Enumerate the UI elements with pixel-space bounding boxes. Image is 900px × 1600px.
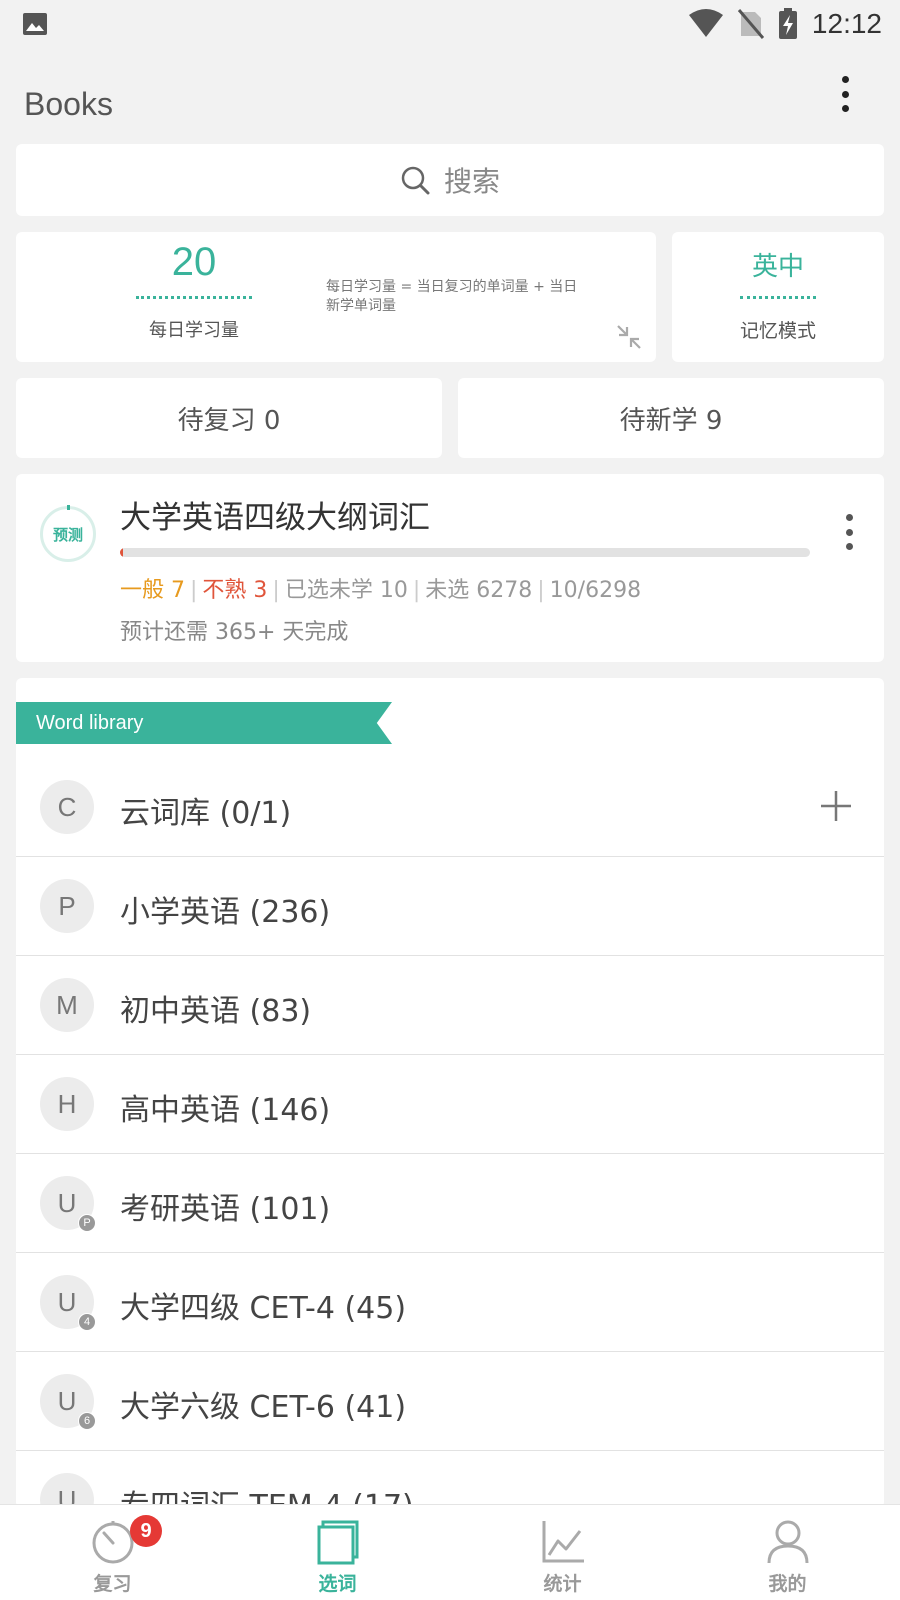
page-title: Books [24,86,113,122]
tab-profile[interactable]: 我的 [675,1505,900,1600]
person-icon [767,1520,808,1564]
library-sub-badge: 6 [78,1412,96,1430]
predict-badge[interactable]: 预测 [40,505,96,562]
tab-statistics-label: 统计 [543,1573,582,1595]
library-item-label: 云词库 (0/1) [120,796,292,831]
book-more-vert-icon[interactable] [844,514,854,550]
library-avatar: P [40,879,94,933]
memory-mode-card[interactable]: 英中 记忆模式 [672,232,884,362]
library-item[interactable]: M 初中英语 (83) [16,956,884,1055]
stat-selected-unlearned: 已选未学 10 [284,578,408,603]
timer-icon [92,1521,133,1564]
search-icon [401,166,430,195]
library-item-label: 小学英语 (236) [120,895,331,930]
word-library-list: C 云词库 (0/1) P 小学英语 (236) M 初中英语 (83) H 高… [16,758,884,1508]
tab-statistics[interactable]: 统计 [450,1505,675,1600]
library-avatar: H [40,1077,94,1131]
wifi-icon [688,9,723,37]
search-bar[interactable]: 搜索 [16,144,884,216]
book-title: 大学英语四级大纲词汇 [120,500,430,536]
book-progress-fill [120,548,123,557]
library-item[interactable]: UP 考研英语 (101) [16,1154,884,1253]
memory-mode-underline [740,296,816,299]
library-item-label: 大学四级 CET-4 (45) [120,1291,407,1326]
daily-amount-label: 每日学习量 [149,320,239,341]
daily-amount-underline [136,296,252,299]
tab-review[interactable]: 9 复习 [0,1505,225,1600]
library-avatar: M [40,978,94,1032]
library-item-label: 考研英语 (101) [120,1192,331,1227]
daily-amount-value[interactable]: 20 [136,240,252,285]
stat-count: 10/6298 [549,578,642,603]
library-avatar: UP [40,1176,96,1232]
library-avatar: U [40,1473,94,1508]
bottom-nav: 9 复习 选词 统计 我的 [0,1504,900,1600]
collapse-icon[interactable] [616,324,642,350]
library-avatar: C [40,780,94,834]
book-stats: 一般 7 | 不熟 3 | 已选未学 10 | 未选 6278 | 10/6298 [120,578,642,603]
current-book-card[interactable]: 预测 大学英语四级大纲词汇 一般 7 | 不熟 3 | 已选未学 10 | 未选 6278 |… [16,474,884,662]
library-avatar: U4 [40,1275,96,1331]
pending-new-button[interactable]: 待新学 9 [458,378,884,458]
tab-review-label: 复习 [93,1573,132,1595]
daily-amount-card[interactable]: 20 每日学习量 每日学习量 = 当日复习的单词量 + 当日新学单词量 [16,232,656,362]
memory-mode-label: 记忆模式 [739,320,816,342]
more-vert-icon[interactable] [830,74,860,114]
library-item[interactable]: H 高中英语 (146) [16,1055,884,1154]
status-bar: 12:12 [0,0,900,50]
library-item-label: 大学六级 CET-6 (41) [120,1390,407,1425]
stat-general: 一般 7 [120,578,185,603]
chart-icon [542,1521,584,1563]
tab-select-words-label: 选词 [318,1573,357,1595]
review-badge: 9 [130,1515,162,1547]
battery-charging-icon [778,8,797,39]
book-eta: 预计还需 365+ 天完成 [120,620,349,645]
library-item[interactable]: U 专四词汇 TEM-4 (17) [16,1451,884,1508]
library-sub-badge: P [78,1214,96,1232]
no-sim-icon [737,9,764,39]
plus-icon[interactable] [818,788,854,824]
word-library-ribbon: Word library [16,702,392,744]
memory-mode-value[interactable]: 英中 [672,246,884,283]
clock: 12:12 [811,8,882,39]
app-bar: Books [0,70,900,140]
library-item[interactable]: U4 大学四级 CET-4 (45) [16,1253,884,1352]
word-library-card: Word library C 云词库 (0/1) P 小学英语 (236) M … [16,678,884,1508]
tab-profile-label: 我的 [768,1573,807,1595]
image-notification-icon [23,13,47,35]
stat-unselected: 未选 6278 [425,578,533,603]
book-progress-bar [120,548,810,557]
library-item[interactable]: U6 大学六级 CET-6 (41) [16,1352,884,1451]
stat-unfamiliar: 不熟 3 [202,578,268,603]
library-item-label: 高中英语 (146) [120,1093,331,1128]
search-placeholder: 搜索 [443,165,500,198]
library-item[interactable]: P 小学英语 (236) [16,857,884,956]
library-avatar: U6 [40,1374,96,1430]
library-sub-badge: 4 [78,1313,96,1331]
library-item[interactable]: C 云词库 (0/1) [16,758,884,857]
book-icon [317,1520,358,1565]
tab-select-words[interactable]: 选词 [225,1505,450,1600]
library-item-label: 初中英语 (83) [120,994,312,1029]
daily-amount-hint: 每日学习量 = 当日复习的单词量 + 当日新学单词量 [326,279,578,314]
pending-review-button[interactable]: 待复习 0 [16,378,442,458]
